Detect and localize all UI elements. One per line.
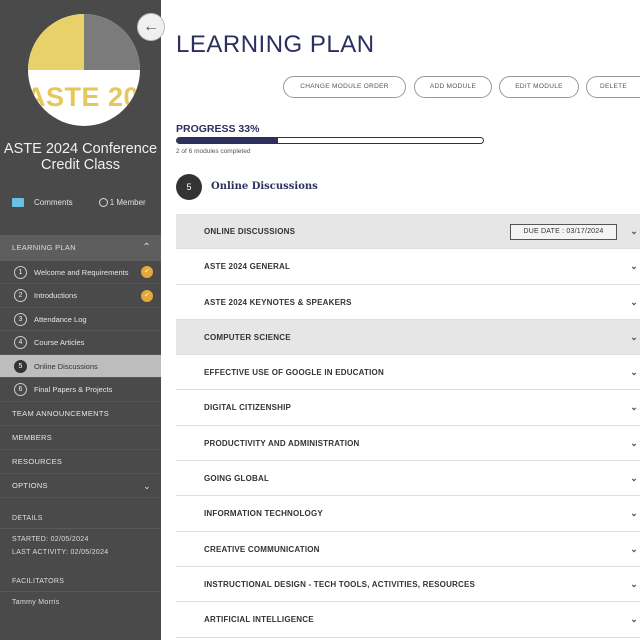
section-row[interactable]: EFFECTIVE USE OF GOOGLE IN EDUCATION ⌄: [176, 355, 640, 391]
sidebar-item-resources[interactable]: RESOURCES: [0, 450, 161, 474]
sidebar-module-item[interactable]: 1 Welcome and Requirements ✓: [0, 261, 161, 284]
chevron-down-icon[interactable]: ⌄: [630, 567, 638, 602]
page-title: LEARNING PLAN: [176, 31, 375, 58]
module-label: Welcome and Requirements: [34, 267, 129, 277]
section-accordion: ONLINE DISCUSSIONS DUE DATE : 03/17/2024 ⌄…: [176, 214, 640, 638]
class-title: ASTE 2024 Conference Credit Class: [3, 141, 158, 173]
section-title: ASTE 2024 GENERAL: [204, 262, 291, 272]
module-number: 2: [14, 289, 27, 302]
module-label: Attendance Log: [34, 314, 87, 324]
sidebar-item-options[interactable]: OPTIONS ⌄: [0, 474, 161, 498]
section-row[interactable]: ASTE 2024 GENERAL ⌄: [176, 249, 640, 285]
section-row[interactable]: ONLINE DISCUSSIONS DUE DATE : 03/17/2024 ⌄: [176, 214, 640, 250]
divider: [0, 591, 161, 592]
section-title: ONLINE DISCUSSIONS: [204, 227, 296, 236]
chevron-down-icon[interactable]: ⌄: [630, 496, 638, 531]
logo-yellow-quadrant: [28, 14, 84, 70]
chevron-down-icon[interactable]: ⌄: [630, 214, 638, 249]
section-title: DIGITAL CITIZENSHIP: [204, 403, 292, 413]
section-title: PRODUCTIVITY AND ADMINISTRATION: [204, 438, 360, 448]
started-date: STARTED: 02/05/2024: [12, 536, 89, 543]
change-module-order-button[interactable]: CHANGE MODULE ORDER: [283, 76, 406, 98]
current-module-title: Online Discussions: [211, 181, 318, 192]
learning-plan-header[interactable]: LEARNING PLAN ⌃: [0, 235, 161, 261]
section-row[interactable]: PRODUCTIVITY AND ADMINISTRATION ⌄: [176, 425, 640, 462]
chevron-down-icon[interactable]: ⌄: [630, 532, 638, 567]
chevron-up-icon: ⌃: [142, 242, 151, 253]
chevron-down-icon[interactable]: ⌄: [630, 249, 638, 284]
sidebar-module-item[interactable]: 4 Course Articles: [0, 332, 161, 355]
module-number: 4: [14, 336, 27, 349]
check-badge-icon: ✓: [141, 289, 153, 302]
section-row[interactable]: INFORMATION TECHNOLOGY ⌄: [176, 496, 640, 532]
progress-label: PROGRESS 33%: [176, 123, 260, 135]
module-label: Course Articles: [34, 338, 85, 347]
section-title: INFORMATION TECHNOLOGY: [204, 509, 323, 519]
section-row[interactable]: CREATIVE COMMUNICATION ⌄: [176, 531, 640, 567]
logo-gray-quadrant: [84, 14, 140, 70]
section-row[interactable]: COMPUTER SCIENCE ⌄: [176, 319, 640, 356]
section-row[interactable]: ARTIFICIAL INTELLIGENCE ⌄: [176, 602, 640, 638]
chevron-down-icon[interactable]: ⌄: [630, 390, 638, 425]
sidebar-item-options-label: OPTIONS: [12, 481, 48, 490]
divider: [0, 528, 161, 529]
module-label: Final Papers & Projects: [34, 385, 113, 394]
module-label: Introductions: [34, 291, 77, 300]
comments-link[interactable]: Comments: [34, 198, 73, 207]
chevron-down-icon[interactable]: ⌄: [630, 461, 638, 496]
sidebar-item-team-announcements[interactable]: TEAM ANNOUNCEMENTS: [0, 402, 161, 426]
chevron-down-icon: ⌄: [143, 481, 151, 491]
progress-bar: [176, 137, 484, 144]
chevron-down-icon[interactable]: ⌄: [630, 320, 638, 355]
module-number: 1: [14, 265, 27, 279]
section-title: INSTRUCTIONAL DESIGN - TECH TOOLS, ACTIV…: [204, 579, 476, 589]
section-title: COMPUTER SCIENCE: [204, 332, 291, 342]
add-module-button[interactable]: ADD MODULE: [414, 76, 492, 98]
section-row[interactable]: INSTRUCTIONAL DESIGN - TECH TOOLS, ACTIV…: [176, 566, 640, 603]
sidebar-module-item[interactable]: 2 Introductions ✓: [0, 285, 161, 308]
chevron-down-icon[interactable]: ⌄: [630, 426, 638, 461]
section-title: ARTIFICIAL INTELLIGENCE: [204, 615, 314, 625]
due-date-badge: DUE DATE : 03/17/2024: [510, 224, 617, 240]
details-label: DETAILS: [12, 515, 43, 522]
section-title: GOING GLOBAL: [204, 474, 270, 484]
progress-subtitle: 2 of 6 modules completed: [176, 148, 251, 155]
comment-icon[interactable]: [12, 198, 24, 207]
sidebar-item-members[interactable]: MEMBERS: [0, 426, 161, 450]
delete-button[interactable]: DELETE: [586, 76, 640, 98]
arrow-left-icon[interactable]: ←: [137, 13, 165, 41]
chevron-down-icon[interactable]: ⌄: [630, 602, 638, 637]
sidebar-module-item[interactable]: 5 Online Discussions: [0, 355, 161, 378]
current-module-number: 5: [176, 174, 202, 200]
progress-fill: [177, 138, 278, 143]
class-logo: ASTE 202: [28, 14, 140, 126]
module-number: 3: [14, 312, 27, 326]
facilitators-label: FACILITATORS: [12, 578, 65, 585]
facilitator-name[interactable]: Tammy Morris: [12, 599, 60, 606]
chevron-down-icon[interactable]: ⌄: [630, 285, 638, 320]
edit-module-button[interactable]: EDIT MODULE: [499, 76, 579, 98]
last-activity-date: LAST ACTIVITY: 02/05/2024: [12, 549, 109, 556]
stats-row: Comments 1 Member: [12, 198, 161, 207]
members-count[interactable]: 1 Member: [110, 198, 146, 207]
logo-text: ASTE 202: [28, 82, 140, 112]
module-number: 6: [14, 383, 27, 396]
module-number: 5: [14, 359, 27, 373]
sidebar-module-item[interactable]: 3 Attendance Log: [0, 308, 161, 331]
section-title: EFFECTIVE USE OF GOOGLE IN EDUCATION: [204, 368, 384, 378]
section-row[interactable]: ASTE 2024 KEYNOTES & SPEAKERS ⌄: [176, 284, 640, 320]
sidebar: ASTE 202 ASTE 2024 Conference Credit Cla…: [0, 0, 161, 640]
user-icon: [98, 198, 108, 207]
section-title: CREATIVE COMMUNICATION: [204, 544, 320, 554]
section-row[interactable]: GOING GLOBAL ⌄: [176, 461, 640, 497]
module-label: Online Discussions: [34, 361, 98, 371]
section-row[interactable]: DIGITAL CITIZENSHIP ⌄: [176, 390, 640, 426]
check-badge-icon: ✓: [141, 266, 153, 278]
learning-plan-header-label: LEARNING PLAN: [12, 243, 76, 252]
chevron-down-icon[interactable]: ⌄: [630, 355, 638, 390]
sidebar-module-item[interactable]: 6 Final Papers & Projects: [0, 379, 161, 402]
section-title: ASTE 2024 KEYNOTES & SPEAKERS: [204, 297, 352, 307]
